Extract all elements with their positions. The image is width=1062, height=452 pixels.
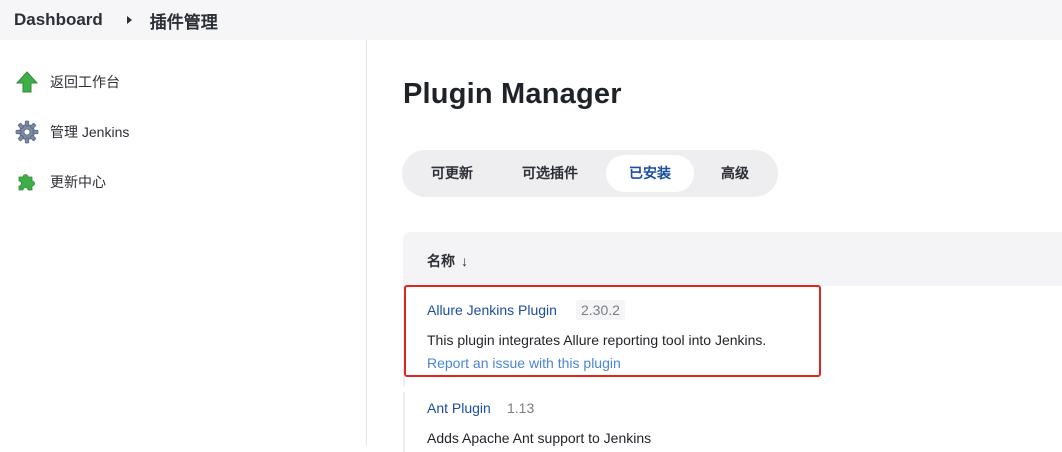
sidebar-item-manage-jenkins[interactable]: 管理 Jenkins: [14, 117, 129, 147]
breadcrumb-current[interactable]: 插件管理: [150, 8, 218, 33]
tab-updates[interactable]: 可更新: [410, 155, 494, 192]
table-row: Ant Plugin 1.13 Adds Apache Ant support …: [403, 392, 1062, 452]
tab-advanced[interactable]: 高级: [700, 155, 770, 192]
page-title: Plugin Manager: [403, 78, 622, 110]
plugin-version: 1.13: [507, 400, 535, 416]
plugin-version: 2.30.2: [576, 300, 625, 320]
up-arrow-icon: [14, 69, 40, 95]
sidebar-item-label: 返回工作台: [50, 74, 120, 90]
tab-bar: 可更新 可选插件 已安装 高级: [402, 150, 778, 197]
sidebar: 返回工作台 管理 Jenkins 更新中心: [0, 40, 367, 446]
column-header-label: 名称: [427, 253, 455, 269]
sidebar-item-update-center[interactable]: 更新中心: [14, 167, 106, 197]
sidebar-item-label: 更新中心: [50, 174, 106, 190]
tab-installed[interactable]: 已安装: [606, 155, 694, 192]
breadcrumb-separator-icon: [126, 16, 132, 24]
gear-icon: [14, 119, 40, 145]
breadcrumb-dashboard[interactable]: Dashboard: [14, 10, 103, 30]
table-header: 名称 ↓: [403, 232, 1062, 286]
sidebar-item-back-to-workspace[interactable]: 返回工作台: [14, 67, 120, 97]
puzzle-icon: [14, 169, 40, 195]
plugin-name-link[interactable]: Ant Plugin: [427, 400, 491, 416]
plugin-description: Adds Apache Ant support to Jenkins: [427, 430, 652, 446]
breadcrumb: Dashboard 插件管理: [0, 0, 1062, 40]
tab-available[interactable]: 可选插件: [500, 155, 600, 192]
column-header-name[interactable]: 名称 ↓: [427, 251, 468, 271]
table-row: Allure Jenkins Plugin 2.30.2 This plugin…: [403, 286, 1062, 386]
plugin-name-link[interactable]: Allure Jenkins Plugin: [427, 302, 557, 318]
report-issue-link[interactable]: Report an issue with this plugin: [427, 355, 621, 371]
plugin-description: This plugin integrates Allure reporting …: [427, 332, 767, 348]
sidebar-item-label: 管理 Jenkins: [50, 124, 130, 140]
sort-down-icon: ↓: [461, 253, 468, 269]
main-content: Plugin Manager 可更新 可选插件 已安装 高级 名称 ↓ Allur…: [368, 40, 1062, 452]
